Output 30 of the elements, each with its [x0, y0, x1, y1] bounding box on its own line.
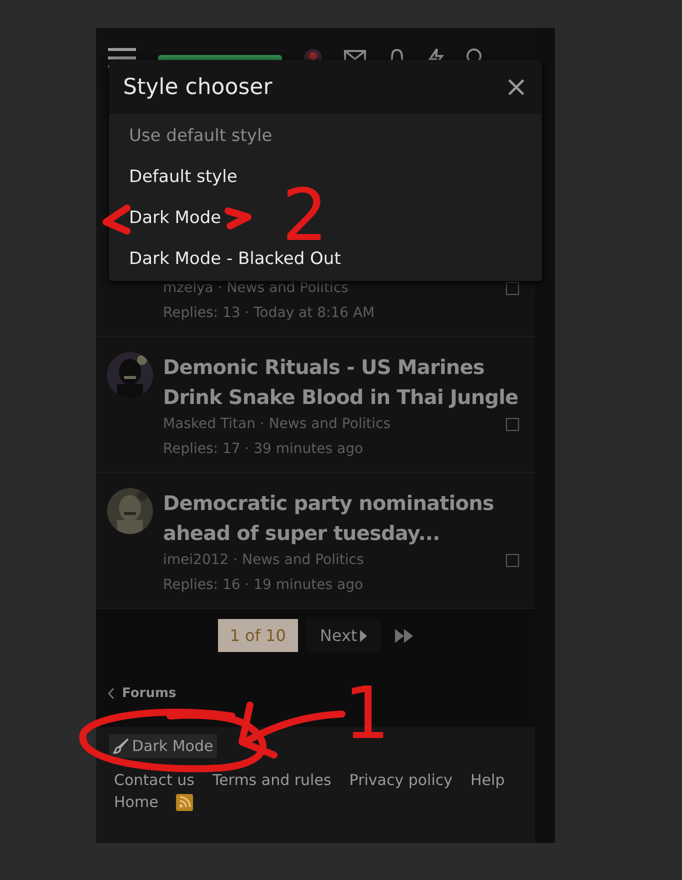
thread-checkbox[interactable]: [506, 282, 519, 295]
chevron-icon: [108, 688, 114, 699]
thread-checkbox[interactable]: [506, 418, 519, 431]
brush-icon: [113, 738, 129, 754]
thread-stats: Replies: 13 · Today at 8:16 AM: [163, 304, 375, 323]
thread-byline: mzelya · News and Politics: [163, 279, 348, 298]
footer-link[interactable]: Help: [470, 769, 505, 791]
style-chooser-button[interactable]: Dark Mode: [109, 734, 218, 758]
annotation-number: 1: [344, 671, 390, 755]
next-button[interactable]: Next: [306, 619, 382, 652]
thread-title[interactable]: Democratic party nominations ahead of super tuesday...: [163, 488, 523, 548]
caret-icon: [360, 630, 368, 642]
footer-link[interactable]: Home: [114, 791, 158, 813]
thread-stats: Replies: 16 · 19 minutes ago: [163, 576, 364, 595]
style-option[interactable]: Default style: [109, 157, 258, 198]
footer-link[interactable]: Privacy policy: [349, 769, 453, 791]
rss-icon[interactable]: [176, 794, 194, 810]
close-button[interactable]: ×: [502, 73, 530, 101]
footer-link[interactable]: Terms and rules: [212, 769, 332, 791]
breadcrumb-link[interactable]: Forums: [122, 686, 176, 701]
thread-stats: Replies: 17 · 39 minutes ago: [163, 440, 364, 459]
thread-title[interactable]: Demonic Rituals - US Marines Drink Snake Blood in Thai Jungle: [163, 352, 523, 412]
thread-byline: Masked Titan · News and Politics: [163, 415, 391, 434]
style-option[interactable]: Use default style: [109, 116, 292, 157]
style-option[interactable]: Dark Mode: [109, 198, 242, 239]
dialog-title: Style chooser: [123, 74, 272, 100]
last-page-icon[interactable]: [395, 628, 414, 642]
footer-link[interactable]: Contact us: [114, 769, 194, 791]
thread-checkbox[interactable]: [506, 554, 519, 567]
thread-byline: imei2012 · News and Politics: [163, 551, 364, 570]
